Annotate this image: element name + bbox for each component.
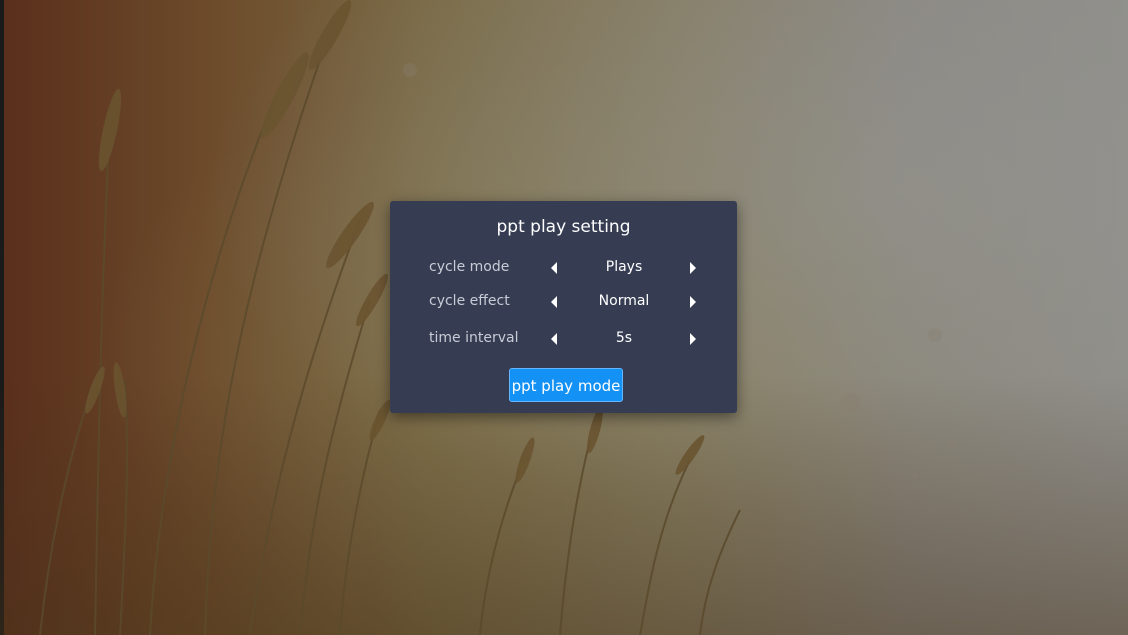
left-arrow-icon[interactable]: [551, 296, 557, 308]
cycle-mode-label: cycle mode: [429, 259, 510, 275]
cycle-mode-value: Plays: [605, 259, 643, 275]
ppt-play-setting-dialog: ppt play setting cycle mode Plays cycle …: [390, 201, 737, 413]
right-arrow-icon[interactable]: [690, 333, 696, 345]
dialog-title: ppt play setting: [496, 217, 631, 237]
left-arrow-icon[interactable]: [551, 262, 557, 274]
setting-row-cycle-mode: cycle mode Plays: [390, 255, 737, 281]
wallpaper-screen: ppt play setting cycle mode Plays cycle …: [0, 0, 1128, 635]
time-interval-label: time interval: [429, 330, 519, 346]
right-arrow-icon[interactable]: [690, 296, 696, 308]
setting-row-cycle-effect: cycle effect Normal: [390, 289, 737, 315]
right-arrow-icon[interactable]: [690, 262, 696, 274]
setting-row-time-interval: time interval 5s: [390, 326, 737, 352]
cycle-effect-value: Normal: [598, 293, 650, 309]
ppt-play-mode-button[interactable]: ppt play mode: [509, 368, 623, 402]
time-interval-value: 5s: [615, 330, 633, 346]
cycle-effect-label: cycle effect: [429, 293, 510, 309]
left-arrow-icon[interactable]: [551, 333, 557, 345]
